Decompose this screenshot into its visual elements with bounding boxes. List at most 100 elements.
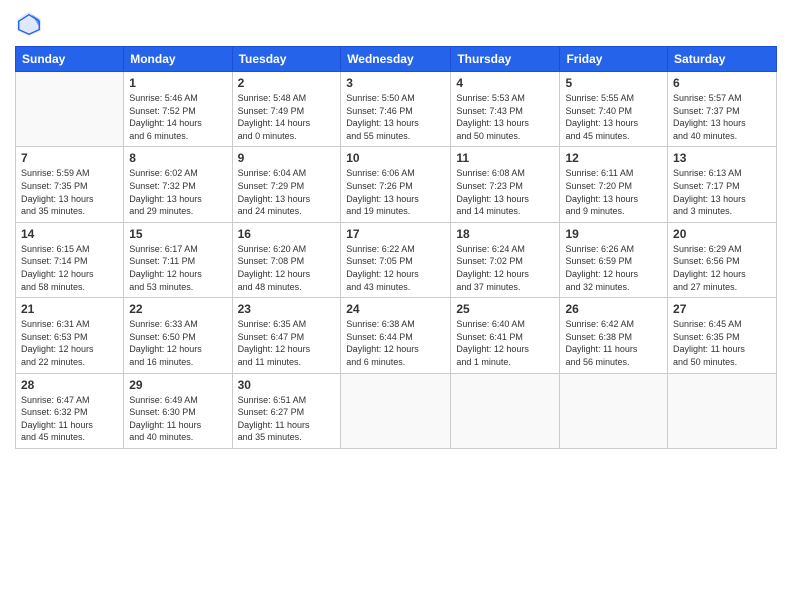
day-info: Sunrise: 6:08 AM Sunset: 7:23 PM Dayligh…	[456, 167, 554, 217]
calendar-cell: 21 Sunrise: 6:31 AM Sunset: 6:53 PM Dayli…	[16, 298, 124, 373]
day-info: Sunrise: 6:04 AM Sunset: 7:29 PM Dayligh…	[238, 167, 336, 217]
calendar-cell: 8 Sunrise: 6:02 AM Sunset: 7:32 PM Daylig…	[124, 147, 232, 222]
day-info: Sunrise: 5:50 AM Sunset: 7:46 PM Dayligh…	[346, 92, 445, 142]
week-row-1: 1 Sunrise: 5:46 AM Sunset: 7:52 PM Daylig…	[16, 72, 777, 147]
day-info: Sunrise: 6:06 AM Sunset: 7:26 PM Dayligh…	[346, 167, 445, 217]
day-info: Sunrise: 6:45 AM Sunset: 6:35 PM Dayligh…	[673, 318, 771, 368]
calendar: SundayMondayTuesdayWednesdayThursdayFrid…	[15, 46, 777, 449]
calendar-cell	[668, 373, 777, 448]
weekday-header-tuesday: Tuesday	[232, 47, 341, 72]
day-number: 2	[238, 76, 336, 90]
calendar-cell: 29 Sunrise: 6:49 AM Sunset: 6:30 PM Dayli…	[124, 373, 232, 448]
weekday-header-friday: Friday	[560, 47, 668, 72]
day-number: 19	[565, 227, 662, 241]
calendar-cell	[560, 373, 668, 448]
day-info: Sunrise: 6:33 AM Sunset: 6:50 PM Dayligh…	[129, 318, 226, 368]
calendar-cell: 1 Sunrise: 5:46 AM Sunset: 7:52 PM Daylig…	[124, 72, 232, 147]
day-number: 10	[346, 151, 445, 165]
calendar-cell: 24 Sunrise: 6:38 AM Sunset: 6:44 PM Dayli…	[341, 298, 451, 373]
day-number: 7	[21, 151, 118, 165]
day-number: 30	[238, 378, 336, 392]
day-number: 27	[673, 302, 771, 316]
weekday-header-sunday: Sunday	[16, 47, 124, 72]
day-number: 14	[21, 227, 118, 241]
day-number: 28	[21, 378, 118, 392]
day-number: 20	[673, 227, 771, 241]
day-info: Sunrise: 6:02 AM Sunset: 7:32 PM Dayligh…	[129, 167, 226, 217]
calendar-cell: 23Sunrise: 6:35 AM Sunset: 6:47 PM Dayli…	[232, 298, 341, 373]
day-number: 15	[129, 227, 226, 241]
day-number: 23	[238, 302, 336, 316]
calendar-cell: 25Sunrise: 6:40 AM Sunset: 6:41 PM Dayli…	[451, 298, 560, 373]
day-info: Sunrise: 6:31 AM Sunset: 6:53 PM Dayligh…	[21, 318, 118, 368]
day-info: Sunrise: 5:53 AM Sunset: 7:43 PM Dayligh…	[456, 92, 554, 142]
calendar-cell: 30 Sunrise: 6:51 AM Sunset: 6:27 PM Dayli…	[232, 373, 341, 448]
day-info: Sunrise: 6:26 AM Sunset: 6:59 PM Dayligh…	[565, 243, 662, 293]
day-info: Sunrise: 6:15 AM Sunset: 7:14 PM Dayligh…	[21, 243, 118, 293]
day-number: 5	[565, 76, 662, 90]
day-info: Sunrise: 5:57 AM Sunset: 7:37 PM Dayligh…	[673, 92, 771, 142]
day-number: 1	[129, 76, 226, 90]
day-info: Sunrise: 6:51 AM Sunset: 6:27 PM Dayligh…	[238, 394, 336, 444]
calendar-cell: 26Sunrise: 6:42 AM Sunset: 6:38 PM Dayli…	[560, 298, 668, 373]
day-info: Sunrise: 5:55 AM Sunset: 7:40 PM Dayligh…	[565, 92, 662, 142]
day-info: Sunrise: 5:59 AM Sunset: 7:35 PM Dayligh…	[21, 167, 118, 217]
weekday-header-row: SundayMondayTuesdayWednesdayThursdayFrid…	[16, 47, 777, 72]
calendar-cell: 17 Sunrise: 6:22 AM Sunset: 7:05 PM Dayli…	[341, 222, 451, 297]
calendar-cell: 10 Sunrise: 6:06 AM Sunset: 7:26 PM Dayli…	[341, 147, 451, 222]
day-info: Sunrise: 6:13 AM Sunset: 7:17 PM Dayligh…	[673, 167, 771, 217]
week-row-4: 21 Sunrise: 6:31 AM Sunset: 6:53 PM Dayli…	[16, 298, 777, 373]
day-number: 17	[346, 227, 445, 241]
day-info: Sunrise: 5:46 AM Sunset: 7:52 PM Dayligh…	[129, 92, 226, 142]
day-number: 11	[456, 151, 554, 165]
weekday-header-wednesday: Wednesday	[341, 47, 451, 72]
day-info: Sunrise: 6:40 AM Sunset: 6:41 PM Dayligh…	[456, 318, 554, 368]
day-number: 18	[456, 227, 554, 241]
day-info: Sunrise: 6:29 AM Sunset: 6:56 PM Dayligh…	[673, 243, 771, 293]
header	[15, 10, 777, 38]
day-number: 13	[673, 151, 771, 165]
day-info: Sunrise: 6:49 AM Sunset: 6:30 PM Dayligh…	[129, 394, 226, 444]
calendar-cell: 14 Sunrise: 6:15 AM Sunset: 7:14 PM Dayli…	[16, 222, 124, 297]
day-number: 24	[346, 302, 445, 316]
calendar-cell: 20 Sunrise: 6:29 AM Sunset: 6:56 PM Dayli…	[668, 222, 777, 297]
day-info: Sunrise: 6:24 AM Sunset: 7:02 PM Dayligh…	[456, 243, 554, 293]
calendar-cell: 5 Sunrise: 5:55 AM Sunset: 7:40 PM Daylig…	[560, 72, 668, 147]
day-info: Sunrise: 6:22 AM Sunset: 7:05 PM Dayligh…	[346, 243, 445, 293]
weekday-header-thursday: Thursday	[451, 47, 560, 72]
calendar-cell: 9Sunrise: 6:04 AM Sunset: 7:29 PM Daylig…	[232, 147, 341, 222]
calendar-cell: 13 Sunrise: 6:13 AM Sunset: 7:17 PM Dayli…	[668, 147, 777, 222]
logo	[15, 10, 47, 38]
day-info: Sunrise: 5:48 AM Sunset: 7:49 PM Dayligh…	[238, 92, 336, 142]
day-number: 21	[21, 302, 118, 316]
day-number: 29	[129, 378, 226, 392]
calendar-cell: 15 Sunrise: 6:17 AM Sunset: 7:11 PM Dayli…	[124, 222, 232, 297]
calendar-cell: 19 Sunrise: 6:26 AM Sunset: 6:59 PM Dayli…	[560, 222, 668, 297]
day-number: 6	[673, 76, 771, 90]
week-row-2: 7 Sunrise: 5:59 AM Sunset: 7:35 PM Daylig…	[16, 147, 777, 222]
calendar-cell: 2 Sunrise: 5:48 AM Sunset: 7:49 PM Daylig…	[232, 72, 341, 147]
weekday-header-saturday: Saturday	[668, 47, 777, 72]
day-info: Sunrise: 6:17 AM Sunset: 7:11 PM Dayligh…	[129, 243, 226, 293]
page: SundayMondayTuesdayWednesdayThursdayFrid…	[0, 0, 792, 612]
day-number: 26	[565, 302, 662, 316]
day-info: Sunrise: 6:47 AM Sunset: 6:32 PM Dayligh…	[21, 394, 118, 444]
calendar-cell	[341, 373, 451, 448]
day-info: Sunrise: 6:11 AM Sunset: 7:20 PM Dayligh…	[565, 167, 662, 217]
calendar-cell: 28 Sunrise: 6:47 AM Sunset: 6:32 PM Dayli…	[16, 373, 124, 448]
day-number: 22	[129, 302, 226, 316]
calendar-cell	[16, 72, 124, 147]
calendar-cell: 3 Sunrise: 5:50 AM Sunset: 7:46 PM Daylig…	[341, 72, 451, 147]
day-info: Sunrise: 6:20 AM Sunset: 7:08 PM Dayligh…	[238, 243, 336, 293]
day-number: 3	[346, 76, 445, 90]
day-info: Sunrise: 6:38 AM Sunset: 6:44 PM Dayligh…	[346, 318, 445, 368]
week-row-5: 28 Sunrise: 6:47 AM Sunset: 6:32 PM Dayli…	[16, 373, 777, 448]
calendar-cell: 4 Sunrise: 5:53 AM Sunset: 7:43 PM Daylig…	[451, 72, 560, 147]
day-number: 4	[456, 76, 554, 90]
calendar-cell: 11 Sunrise: 6:08 AM Sunset: 7:23 PM Dayli…	[451, 147, 560, 222]
calendar-cell: 12 Sunrise: 6:11 AM Sunset: 7:20 PM Dayli…	[560, 147, 668, 222]
day-number: 12	[565, 151, 662, 165]
day-number: 8	[129, 151, 226, 165]
weekday-header-monday: Monday	[124, 47, 232, 72]
calendar-cell: 16Sunrise: 6:20 AM Sunset: 7:08 PM Dayli…	[232, 222, 341, 297]
